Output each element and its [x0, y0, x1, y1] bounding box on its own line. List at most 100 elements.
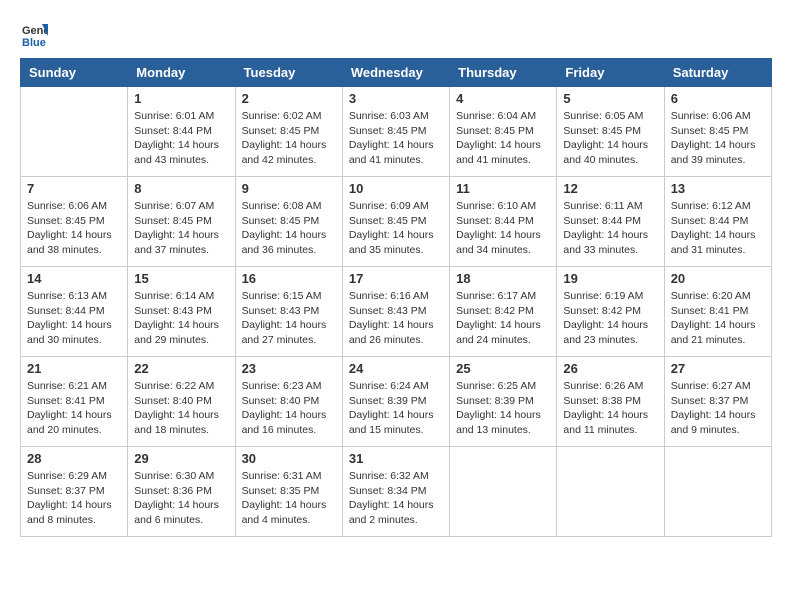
day-number: 23: [242, 361, 336, 376]
day-info: Sunrise: 6:06 AMSunset: 8:45 PMDaylight:…: [671, 109, 765, 168]
day-info: Sunrise: 6:25 AMSunset: 8:39 PMDaylight:…: [456, 379, 550, 438]
day-number: 16: [242, 271, 336, 286]
day-info: Sunrise: 6:05 AMSunset: 8:45 PMDaylight:…: [563, 109, 657, 168]
calendar-cell: 5Sunrise: 6:05 AMSunset: 8:45 PMDaylight…: [557, 87, 664, 177]
day-info: Sunrise: 6:17 AMSunset: 8:42 PMDaylight:…: [456, 289, 550, 348]
day-info: Sunrise: 6:24 AMSunset: 8:39 PMDaylight:…: [349, 379, 443, 438]
week-row-4: 21 Sunrise: 6:21 AMSunset: 8:41 PMDayligh…: [21, 357, 772, 447]
calendar-cell: 28 Sunrise: 6:29 AMSunset: 8:37 PMDayligh…: [21, 447, 128, 537]
week-row-2: 7 Sunrise: 6:06 AMSunset: 8:45 PMDaylight…: [21, 177, 772, 267]
calendar-cell: 9Sunrise: 6:08 AMSunset: 8:45 PMDaylight…: [235, 177, 342, 267]
day-info: Sunrise: 6:20 AMSunset: 8:41 PMDaylight:…: [671, 289, 765, 348]
day-number: 25: [456, 361, 550, 376]
day-info: Sunrise: 6:31 AMSunset: 8:35 PMDaylight:…: [242, 469, 336, 528]
calendar-cell: 15 Sunrise: 6:14 AMSunset: 8:43 PMDayligh…: [128, 267, 235, 357]
calendar-cell: 31Sunrise: 6:32 AMSunset: 8:34 PMDayligh…: [342, 447, 449, 537]
day-number: 15: [134, 271, 228, 286]
calendar-cell: 20Sunrise: 6:20 AMSunset: 8:41 PMDayligh…: [664, 267, 771, 357]
day-info: Sunrise: 6:29 AMSunset: 8:37 PMDaylight:…: [27, 469, 121, 528]
day-info: Sunrise: 6:12 AMSunset: 8:44 PMDaylight:…: [671, 199, 765, 258]
calendar-cell: [557, 447, 664, 537]
day-number: 7: [27, 181, 121, 196]
day-number: 3: [349, 91, 443, 106]
day-header-monday: Monday: [128, 59, 235, 87]
logo-icon: General Blue: [20, 20, 48, 48]
day-header-saturday: Saturday: [664, 59, 771, 87]
logo: General Blue: [20, 20, 52, 48]
calendar-cell: 10 Sunrise: 6:09 AMSunset: 8:45 PMDayligh…: [342, 177, 449, 267]
day-info: Sunrise: 6:11 AMSunset: 8:44 PMDaylight:…: [563, 199, 657, 258]
calendar-cell: 27 Sunrise: 6:27 AMSunset: 8:37 PMDayligh…: [664, 357, 771, 447]
day-number: 8: [134, 181, 228, 196]
day-info: Sunrise: 6:16 AMSunset: 8:43 PMDaylight:…: [349, 289, 443, 348]
day-number: 12: [563, 181, 657, 196]
day-info: Sunrise: 6:04 AMSunset: 8:45 PMDaylight:…: [456, 109, 550, 168]
day-info: Sunrise: 6:22 AMSunset: 8:40 PMDaylight:…: [134, 379, 228, 438]
day-number: 24: [349, 361, 443, 376]
calendar-cell: 25 Sunrise: 6:25 AMSunset: 8:39 PMDayligh…: [450, 357, 557, 447]
day-info: Sunrise: 6:01 AMSunset: 8:44 PMDaylight:…: [134, 109, 228, 168]
calendar-cell: 30Sunrise: 6:31 AMSunset: 8:35 PMDayligh…: [235, 447, 342, 537]
calendar-cell: 2 Sunrise: 6:02 AMSunset: 8:45 PMDaylight…: [235, 87, 342, 177]
svg-text:Blue: Blue: [22, 37, 46, 48]
calendar-cell: 21 Sunrise: 6:21 AMSunset: 8:41 PMDayligh…: [21, 357, 128, 447]
calendar-cell: 8 Sunrise: 6:07 AMSunset: 8:45 PMDaylight…: [128, 177, 235, 267]
day-number: 13: [671, 181, 765, 196]
day-info: Sunrise: 6:14 AMSunset: 8:43 PMDaylight:…: [134, 289, 228, 348]
day-info: Sunrise: 6:15 AMSunset: 8:43 PMDaylight:…: [242, 289, 336, 348]
day-info: Sunrise: 6:06 AMSunset: 8:45 PMDaylight:…: [27, 199, 121, 258]
header: General Blue: [20, 20, 772, 48]
calendar-cell: 16 Sunrise: 6:15 AMSunset: 8:43 PMDayligh…: [235, 267, 342, 357]
calendar-cell: 24 Sunrise: 6:24 AMSunset: 8:39 PMDayligh…: [342, 357, 449, 447]
day-info: Sunrise: 6:21 AMSunset: 8:41 PMDaylight:…: [27, 379, 121, 438]
day-number: 26: [563, 361, 657, 376]
calendar-cell: 23Sunrise: 6:23 AMSunset: 8:40 PMDayligh…: [235, 357, 342, 447]
day-info: Sunrise: 6:10 AMSunset: 8:44 PMDaylight:…: [456, 199, 550, 258]
day-header-sunday: Sunday: [21, 59, 128, 87]
week-row-3: 14Sunrise: 6:13 AMSunset: 8:44 PMDayligh…: [21, 267, 772, 357]
day-info: Sunrise: 6:30 AMSunset: 8:36 PMDaylight:…: [134, 469, 228, 528]
day-info: Sunrise: 6:26 AMSunset: 8:38 PMDaylight:…: [563, 379, 657, 438]
day-number: 11: [456, 181, 550, 196]
day-info: Sunrise: 6:02 AMSunset: 8:45 PMDaylight:…: [242, 109, 336, 168]
day-number: 6: [671, 91, 765, 106]
calendar-cell: 4 Sunrise: 6:04 AMSunset: 8:45 PMDaylight…: [450, 87, 557, 177]
calendar-cell: [21, 87, 128, 177]
calendar-cell: [450, 447, 557, 537]
calendar-cell: 26 Sunrise: 6:26 AMSunset: 8:38 PMDayligh…: [557, 357, 664, 447]
calendar-cell: 18 Sunrise: 6:17 AMSunset: 8:42 PMDayligh…: [450, 267, 557, 357]
calendar-cell: 6 Sunrise: 6:06 AMSunset: 8:45 PMDaylight…: [664, 87, 771, 177]
day-number: 2: [242, 91, 336, 106]
calendar-cell: 14Sunrise: 6:13 AMSunset: 8:44 PMDayligh…: [21, 267, 128, 357]
day-number: 21: [27, 361, 121, 376]
day-number: 29: [134, 451, 228, 466]
calendar-cell: 1Sunrise: 6:01 AMSunset: 8:44 PMDaylight…: [128, 87, 235, 177]
day-info: Sunrise: 6:03 AMSunset: 8:45 PMDaylight:…: [349, 109, 443, 168]
day-number: 28: [27, 451, 121, 466]
week-row-5: 28 Sunrise: 6:29 AMSunset: 8:37 PMDayligh…: [21, 447, 772, 537]
day-number: 4: [456, 91, 550, 106]
calendar-cell: 12 Sunrise: 6:11 AMSunset: 8:44 PMDayligh…: [557, 177, 664, 267]
day-info: Sunrise: 6:13 AMSunset: 8:44 PMDaylight:…: [27, 289, 121, 348]
day-header-tuesday: Tuesday: [235, 59, 342, 87]
calendar-cell: [664, 447, 771, 537]
day-number: 10: [349, 181, 443, 196]
day-info: Sunrise: 6:19 AMSunset: 8:42 PMDaylight:…: [563, 289, 657, 348]
calendar-cell: 13 Sunrise: 6:12 AMSunset: 8:44 PMDayligh…: [664, 177, 771, 267]
day-info: Sunrise: 6:09 AMSunset: 8:45 PMDaylight:…: [349, 199, 443, 258]
day-number: 22: [134, 361, 228, 376]
calendar-cell: 19Sunrise: 6:19 AMSunset: 8:42 PMDayligh…: [557, 267, 664, 357]
calendar-cell: 29 Sunrise: 6:30 AMSunset: 8:36 PMDayligh…: [128, 447, 235, 537]
day-header-friday: Friday: [557, 59, 664, 87]
day-number: 17: [349, 271, 443, 286]
calendar-cell: 3 Sunrise: 6:03 AMSunset: 8:45 PMDaylight…: [342, 87, 449, 177]
calendar-cell: 11 Sunrise: 6:10 AMSunset: 8:44 PMDayligh…: [450, 177, 557, 267]
day-number: 31: [349, 451, 443, 466]
calendar-cell: 22 Sunrise: 6:22 AMSunset: 8:40 PMDayligh…: [128, 357, 235, 447]
day-header-row: SundayMondayTuesdayWednesdayThursdayFrid…: [21, 59, 772, 87]
day-info: Sunrise: 6:07 AMSunset: 8:45 PMDaylight:…: [134, 199, 228, 258]
day-number: 27: [671, 361, 765, 376]
calendar-cell: 17 Sunrise: 6:16 AMSunset: 8:43 PMDayligh…: [342, 267, 449, 357]
day-info: Sunrise: 6:27 AMSunset: 8:37 PMDaylight:…: [671, 379, 765, 438]
day-number: 18: [456, 271, 550, 286]
